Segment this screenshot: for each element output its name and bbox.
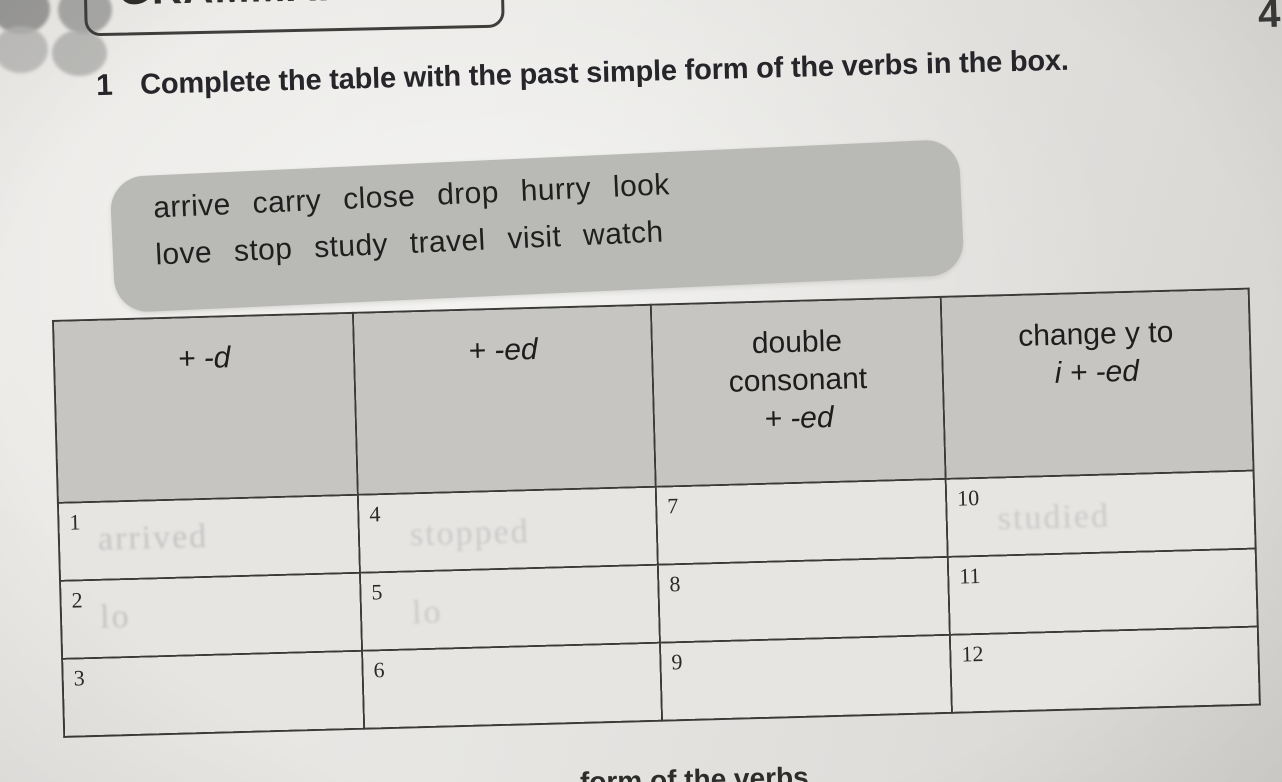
cell-number: 5: [371, 579, 383, 605]
answer-cell-3[interactable]: 3: [62, 650, 365, 737]
answer-cell-11[interactable]: 11: [947, 548, 1258, 635]
verb-word: hurry: [519, 171, 592, 208]
erased-pencil-mark: arrived: [97, 517, 209, 558]
answer-cell-10[interactable]: 10 studied: [945, 470, 1256, 557]
bottom-cutoff-text: form of the verbs: [579, 761, 810, 782]
verb-word: drop: [436, 175, 500, 212]
cell-number: 1: [69, 509, 81, 535]
erased-pencil-mark: stopped: [409, 513, 531, 554]
table-header-label: + -ed: [467, 332, 539, 368]
page-number: 4: [1256, 0, 1281, 37]
table-header-plus-d: + -d: [53, 312, 358, 503]
cell-number: 4: [369, 501, 381, 527]
answer-cell-6[interactable]: 6: [362, 642, 663, 729]
verb-table: + -d + -ed double consonant + -ed change…: [52, 288, 1261, 738]
exercise-block: 1 Complete the table with the past simpl…: [96, 39, 1097, 107]
verb-word: visit: [506, 219, 562, 256]
verb-table-container: + -d + -ed double consonant + -ed change…: [52, 288, 1261, 738]
table-header-plus-ed: + -ed: [352, 304, 656, 495]
table-header-label: + -ed: [763, 400, 834, 436]
table-header-label: i + -ed: [1054, 354, 1140, 390]
cell-number: 8: [669, 571, 681, 597]
answer-cell-7[interactable]: 7: [655, 478, 948, 565]
verb-word: travel: [409, 223, 487, 260]
answer-cell-4[interactable]: 4 stopped: [357, 486, 658, 573]
exercise-instruction: Complete the table with the past simple …: [139, 44, 1070, 101]
erased-pencil-mark: lo: [99, 597, 132, 636]
verb-word: arrive: [152, 188, 232, 225]
answer-cell-8[interactable]: 8: [657, 556, 950, 643]
verb-word: watch: [582, 214, 665, 252]
answer-cell-12[interactable]: 12: [949, 626, 1260, 713]
cell-number: 6: [373, 657, 385, 683]
erased-pencil-mark: studied: [997, 497, 1111, 538]
cell-number: 9: [671, 649, 683, 675]
verb-word: close: [342, 179, 416, 216]
erased-pencil-mark: lo: [411, 593, 443, 632]
verb-word: love: [154, 235, 213, 272]
exercise-number: 1: [95, 68, 114, 103]
cell-number: 12: [961, 640, 984, 667]
answer-cell-9[interactable]: 9: [659, 634, 952, 721]
table-header-change-y: change y to i + -ed: [940, 288, 1254, 479]
answer-cell-5[interactable]: 5 lo: [359, 564, 660, 651]
table-header-label: + -d: [177, 341, 231, 376]
cell-number: 3: [73, 665, 86, 691]
verb-word: study: [313, 227, 389, 264]
table-header-row: + -d + -ed double consonant + -ed change…: [53, 288, 1254, 503]
cell-number: 7: [666, 493, 679, 519]
answer-cell-2[interactable]: 2 lo: [60, 572, 363, 659]
cell-number: 11: [958, 562, 981, 589]
cell-number: 10: [956, 484, 980, 511]
verb-word: stop: [233, 231, 293, 268]
table-header-double-consonant: double consonant + -ed: [650, 296, 946, 487]
verb-word: look: [612, 168, 671, 204]
decorative-dot-icon: [0, 26, 48, 73]
cell-number: 2: [71, 587, 83, 613]
workbook-page-photo: GRAMMAR 4 1 Complete the table with the …: [0, 0, 1282, 782]
verb-word: carry: [251, 183, 322, 221]
answer-cell-1[interactable]: 1 arrived: [57, 494, 360, 581]
